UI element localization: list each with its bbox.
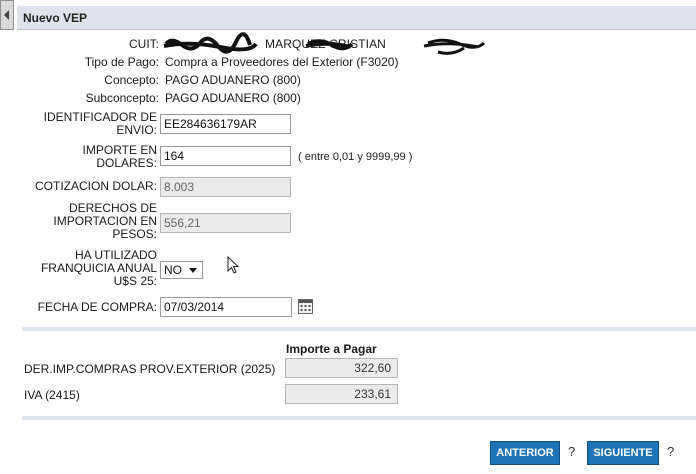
siguiente-button[interactable]: SIGUIENTE (587, 441, 659, 465)
derechos-field (160, 213, 291, 233)
calendar-icon[interactable] (298, 299, 313, 314)
total-row-label: IVA (2415) (24, 388, 80, 402)
mouse-cursor-icon (227, 256, 240, 274)
cuit-label: CUIT: (129, 37, 159, 51)
section-divider (22, 416, 696, 420)
cotizacion-label: COTIZACION DOLAR: (34, 179, 157, 193)
identificador-label: IDENTIFICADOR DE ENVIO: (22, 111, 157, 137)
concepto-label: Concepto: (104, 73, 159, 87)
tipo-value: Compra a Proveedores del Exterior (F3020… (165, 55, 399, 69)
concepto-value: PAGO ADUANERO (800) (165, 73, 301, 87)
total-row-value (285, 384, 398, 404)
anterior-help-icon[interactable]: ? (568, 444, 575, 459)
franquicia-selected: NO (164, 263, 182, 277)
identificador-input[interactable] (160, 114, 291, 134)
importe-a-pagar-header: Importe a Pagar (286, 342, 377, 356)
cuit-name: MARQUEZ CRISTIAN (265, 37, 386, 51)
panel-header: Nuevo VEP (17, 6, 696, 30)
dropdown-caret-icon (189, 268, 197, 273)
fecha-label: FECHA DE COMPRA: (37, 300, 157, 314)
cotizacion-field (160, 177, 291, 197)
vep-form-panel: CUIT: MARQUEZ CRISTIAN Tipo de Pago: Com… (22, 30, 696, 474)
identificador-label-line2: ENVIO: (116, 123, 157, 137)
importe-range-hint: ( entre 0,01 y 9999,99 ) (298, 151, 413, 163)
section-divider (22, 327, 696, 331)
importe-label-line2: DOLARES: (96, 156, 157, 170)
side-collapse-tab[interactable] (0, 0, 14, 30)
tipo-label: Tipo de Pago: (84, 55, 159, 69)
cuit-value: MARQUEZ CRISTIAN (165, 38, 386, 51)
total-row-label: DER.IMP.COMPRAS PROV.EXTERIOR (2025) (24, 362, 276, 376)
subconcepto-label: Subconcepto: (85, 91, 159, 105)
subconcepto-value: PAGO ADUANERO (800) (165, 91, 301, 105)
fecha-input[interactable] (160, 297, 292, 317)
total-row-value (285, 358, 398, 378)
anterior-button[interactable]: ANTERIOR (490, 441, 560, 465)
panel-title: Nuevo VEP (23, 11, 88, 25)
derechos-label-line3: PESOS: (112, 227, 157, 241)
collapse-arrow-icon (4, 10, 9, 20)
franquicia-label-line3: U$S 25: (113, 274, 157, 288)
derechos-label: DERECHOS DE IMPORTACION EN PESOS: (22, 202, 157, 241)
importe-label: IMPORTE EN DOLARES: (22, 144, 157, 170)
franquicia-label: HA UTILIZADO FRANQUICIA ANUAL U$S 25: (22, 249, 157, 288)
franquicia-select[interactable]: NO (160, 261, 203, 279)
siguiente-help-icon[interactable]: ? (667, 444, 674, 459)
importe-input[interactable] (160, 146, 291, 166)
